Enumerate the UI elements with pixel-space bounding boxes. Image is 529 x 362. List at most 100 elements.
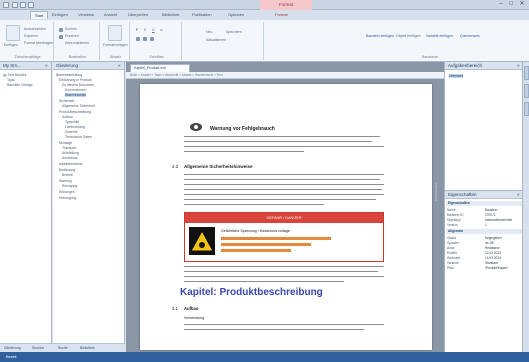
property-value[interactable]: de-DE bbox=[485, 241, 494, 245]
editor-area: Kapitel_Produkt.xml Buch > Kapitel > Top… bbox=[126, 62, 444, 352]
underline-button[interactable]: U bbox=[152, 28, 155, 32]
outline-item-selected[interactable]: Warnhinweise bbox=[65, 93, 87, 97]
redo-icon[interactable] bbox=[28, 2, 34, 8]
property-value[interactable]: Standard bbox=[485, 261, 498, 265]
align-right-icon[interactable] bbox=[150, 37, 154, 41]
outline-item[interactable]: Reinigung bbox=[62, 184, 77, 188]
tab-publication[interactable]: Publikation bbox=[192, 12, 212, 17]
undo-icon[interactable] bbox=[20, 2, 26, 8]
outline-item[interactable]: Produktbeschreibung bbox=[59, 110, 91, 114]
context-tab-header: Format bbox=[260, 0, 312, 10]
paste-label[interactable]: Einfügen bbox=[4, 43, 18, 47]
insert-variable-button[interactable]: Variable einfügen bbox=[426, 34, 453, 38]
outline-item[interactable]: Allgemeine Sicherheit bbox=[62, 104, 95, 108]
outline-item[interactable]: Konventionen bbox=[65, 88, 86, 92]
side-tab[interactable] bbox=[524, 102, 529, 116]
outline-item[interactable]: Montage bbox=[59, 141, 72, 145]
outline-item[interactable]: Betrieb bbox=[62, 173, 73, 177]
outline-item[interactable]: Entsorgung bbox=[59, 196, 76, 200]
close-button[interactable]: ✕ bbox=[517, 1, 527, 8]
tree-item[interactable]: Topic bbox=[7, 78, 15, 82]
close-icon[interactable]: ✕ bbox=[517, 191, 520, 199]
insert-block-button[interactable]: Baustein einfügen bbox=[366, 34, 394, 38]
outline-item[interactable]: Aufbau bbox=[62, 115, 73, 119]
outline-item[interactable]: Inbetriebnahme bbox=[59, 162, 83, 166]
property-value[interactable]: Baustein bbox=[485, 208, 497, 212]
outline-item[interactable]: Einführung in Produkt bbox=[59, 78, 92, 82]
tree-item[interactable]: gp Test Struktur bbox=[3, 73, 27, 77]
breadcrumb[interactable]: Buch > Kapitel > Topic > Abschnitt > Abs… bbox=[126, 72, 444, 79]
bold-button[interactable]: F bbox=[136, 28, 138, 32]
cut-button[interactable]: Ausschneiden bbox=[24, 27, 46, 31]
tasks-item[interactable]: Übersicht bbox=[449, 74, 464, 78]
tab-review[interactable]: Überprüfen bbox=[128, 12, 148, 17]
outline-item[interactable]: Anschluss bbox=[62, 156, 77, 160]
property-category[interactable]: Eigenschaften bbox=[446, 201, 522, 206]
document-tab[interactable]: Kapitel_Produkt.xml bbox=[130, 64, 190, 72]
property-value[interactable]: 1 bbox=[485, 223, 487, 227]
outline-item[interactable]: Typschild bbox=[65, 120, 79, 124]
replace-button[interactable]: Ersetzen bbox=[65, 34, 79, 38]
outline-item[interactable]: Lieferumfang bbox=[65, 125, 85, 129]
save-icon[interactable] bbox=[12, 2, 18, 8]
outline-item[interactable]: Zubehör bbox=[65, 130, 78, 134]
side-tab[interactable] bbox=[524, 66, 529, 80]
save-button[interactable]: Speichern bbox=[226, 30, 242, 34]
styles-icon[interactable] bbox=[108, 25, 122, 41]
warning-box[interactable]: GEFAHR / DANGER Gefährliche Spannung / H… bbox=[184, 212, 384, 262]
italic-button[interactable]: K bbox=[144, 28, 146, 32]
cross-reference-button[interactable]: Querverweis bbox=[460, 34, 480, 38]
paste-icon[interactable] bbox=[6, 25, 20, 41]
property-value[interactable]: /Produkt/Kapitel bbox=[485, 266, 508, 270]
align-left-icon[interactable] bbox=[136, 37, 140, 41]
close-icon[interactable]: ✕ bbox=[45, 62, 48, 70]
superscript-button[interactable]: x² bbox=[160, 28, 163, 32]
tab-insert[interactable]: Einfügen bbox=[52, 12, 68, 17]
tree-item[interactable]: Baustein Vorlage bbox=[7, 83, 33, 87]
panel-tab-outline[interactable]: Gliederung bbox=[4, 346, 21, 350]
tab-library[interactable]: Bibliothek bbox=[162, 12, 179, 17]
tab-start[interactable]: Start bbox=[30, 11, 49, 19]
outline-item[interactable]: Bedienung bbox=[59, 168, 75, 172]
outline-item[interactable]: Störungen bbox=[59, 190, 75, 194]
side-tab[interactable] bbox=[524, 84, 529, 98]
property-value[interactable]: Redakteur bbox=[485, 246, 500, 250]
insert-object-button[interactable]: Objekt einfügen bbox=[396, 34, 421, 38]
close-icon[interactable]: ✕ bbox=[517, 62, 520, 70]
refresh-button[interactable]: Aktualisieren bbox=[206, 38, 226, 42]
property-value[interactable]: freigegeben bbox=[485, 236, 502, 240]
app-menu-icon[interactable] bbox=[3, 2, 9, 8]
outline-item[interactable]: Technische Daten bbox=[65, 135, 92, 139]
tab-format[interactable]: Format bbox=[275, 12, 288, 17]
tab-options[interactable]: Optionen bbox=[228, 12, 244, 17]
outline-item[interactable]: Zu diesem Dokument bbox=[62, 83, 94, 87]
close-icon[interactable]: ✕ bbox=[118, 62, 121, 70]
outline-item[interactable]: Aufstellung bbox=[62, 151, 79, 155]
panel-tab-search[interactable]: Suche bbox=[58, 346, 68, 350]
property-value[interactable]: 270071 bbox=[485, 213, 496, 217]
tab-view[interactable]: Ansicht bbox=[104, 12, 117, 17]
maximize-button[interactable]: □ bbox=[506, 1, 516, 8]
styles-button[interactable]: Formatvorlagen bbox=[103, 43, 128, 47]
panel-tab-library[interactable]: Bibliothek bbox=[80, 346, 95, 350]
property-value[interactable]: Informationseinheit bbox=[485, 218, 512, 222]
copy-button[interactable]: Kopieren bbox=[24, 34, 38, 38]
panel-tab-structure[interactable]: Struktur bbox=[32, 346, 44, 350]
outline-item[interactable]: Betriebsanleitung bbox=[56, 73, 82, 77]
document-page[interactable]: Warnung vor Fehlgebrauch 2.2 Allgemeine … bbox=[140, 84, 432, 350]
outline-item[interactable]: Wartung bbox=[59, 179, 72, 183]
new-button[interactable]: Neu bbox=[206, 30, 212, 34]
tab-references[interactable]: Verweise bbox=[78, 12, 94, 17]
ribbon-group-font: F K U x² Schriftart bbox=[132, 22, 182, 60]
find-button[interactable]: Suchen bbox=[65, 27, 77, 31]
minimize-button[interactable]: – bbox=[496, 1, 506, 8]
outline-item[interactable]: Transport bbox=[62, 146, 76, 150]
property-category[interactable]: Allgemein bbox=[446, 229, 522, 234]
property-value[interactable]: 14.03.2013 bbox=[485, 256, 501, 260]
outline-item[interactable]: Sicherheit bbox=[59, 99, 74, 103]
format-painter-button[interactable]: Format übertragen bbox=[24, 41, 53, 45]
select-all-button[interactable]: Alles markieren bbox=[65, 41, 89, 45]
property-value[interactable]: 12.03.2013 bbox=[485, 251, 501, 255]
title-bar: Format – □ ✕ bbox=[0, 0, 529, 10]
align-center-icon[interactable] bbox=[143, 37, 147, 41]
